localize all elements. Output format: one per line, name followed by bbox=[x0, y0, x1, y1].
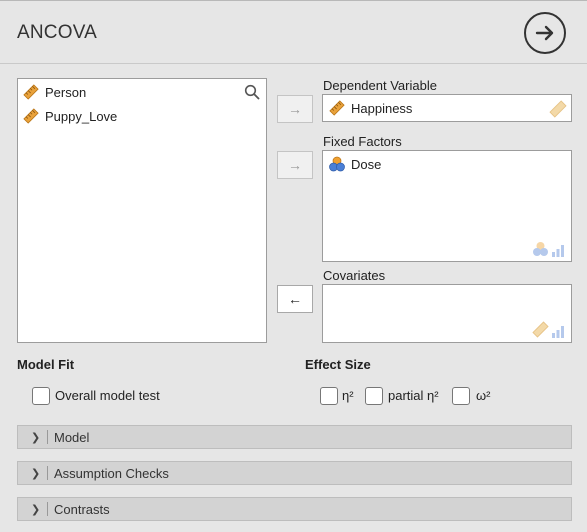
chevron-right-icon: ❯ bbox=[31, 467, 41, 480]
ruler-scale-icon bbox=[329, 100, 345, 116]
ruler-scale-icon bbox=[23, 84, 39, 100]
ruler-scale-icon bbox=[23, 108, 39, 124]
section-assumption-checks[interactable]: ❯ Assumption Checks bbox=[17, 461, 572, 485]
dependent-variable-box[interactable]: Happiness bbox=[322, 94, 572, 122]
section-label: Model bbox=[54, 429, 90, 445]
covariates-label: Covariates bbox=[323, 268, 386, 283]
divider bbox=[47, 502, 48, 516]
partial-eta-squared-label: partial η² bbox=[388, 388, 439, 403]
list-item[interactable]: Dose bbox=[329, 155, 381, 173]
effect-size-heading: Effect Size bbox=[305, 357, 371, 372]
variable-label: Person bbox=[45, 84, 87, 100]
partial-eta-squared-checkbox[interactable] bbox=[365, 387, 383, 405]
dependent-variable-label: Dependent Variable bbox=[323, 78, 437, 93]
section-label: Contrasts bbox=[54, 501, 110, 517]
move-from-covariates-button[interactable]: ← bbox=[277, 285, 313, 313]
panel-header: ANCOVA bbox=[0, 0, 587, 64]
covariates-box[interactable] bbox=[322, 284, 572, 343]
section-label: Assumption Checks bbox=[54, 465, 169, 481]
source-variable-list[interactable]: Person Puppy_Love bbox=[17, 78, 267, 343]
ordinal-faded-icon bbox=[552, 326, 564, 338]
nominal-faded-icon bbox=[533, 242, 548, 256]
chevron-right-icon: ❯ bbox=[31, 503, 41, 516]
nominal-variable-icon bbox=[329, 156, 345, 172]
omega-squared-label: ω² bbox=[476, 388, 491, 403]
list-item[interactable]: Happiness bbox=[329, 99, 412, 117]
model-fit-heading: Model Fit bbox=[17, 357, 75, 372]
ruler-scale-faded-icon bbox=[549, 100, 567, 118]
allowed-types bbox=[532, 241, 566, 257]
fixed-factors-label: Fixed Factors bbox=[323, 134, 402, 149]
list-item[interactable]: Puppy_Love bbox=[23, 107, 117, 125]
variable-label: Puppy_Love bbox=[45, 108, 118, 124]
section-contrasts[interactable]: ❯ Contrasts bbox=[17, 497, 572, 521]
section-model[interactable]: ❯ Model bbox=[17, 425, 572, 449]
divider bbox=[47, 466, 48, 480]
overall-model-test-checkbox[interactable] bbox=[32, 387, 50, 405]
move-to-fixed-factors-button[interactable]: → bbox=[277, 151, 313, 179]
variable-label: Dose bbox=[351, 156, 382, 172]
eta-squared-checkbox[interactable] bbox=[320, 387, 338, 405]
list-item[interactable]: Person bbox=[23, 83, 86, 101]
ruler-scale-faded-icon bbox=[532, 321, 549, 338]
move-to-dependent-button[interactable]: → bbox=[277, 95, 313, 123]
fixed-factors-box[interactable]: Dose bbox=[322, 150, 572, 262]
arrow-right-circle-icon bbox=[535, 25, 554, 41]
omega-squared-checkbox[interactable] bbox=[452, 387, 470, 405]
allowed-types bbox=[532, 321, 566, 338]
search-icon[interactable] bbox=[244, 84, 260, 100]
page-title: ANCOVA bbox=[17, 22, 98, 43]
run-arrow-button[interactable] bbox=[524, 12, 566, 54]
ordinal-faded-icon bbox=[552, 245, 564, 257]
eta-squared-label: η² bbox=[342, 388, 354, 403]
variable-label: Happiness bbox=[351, 100, 413, 116]
overall-model-test-label: Overall model test bbox=[55, 388, 160, 403]
chevron-right-icon: ❯ bbox=[31, 431, 41, 444]
divider bbox=[47, 430, 48, 444]
